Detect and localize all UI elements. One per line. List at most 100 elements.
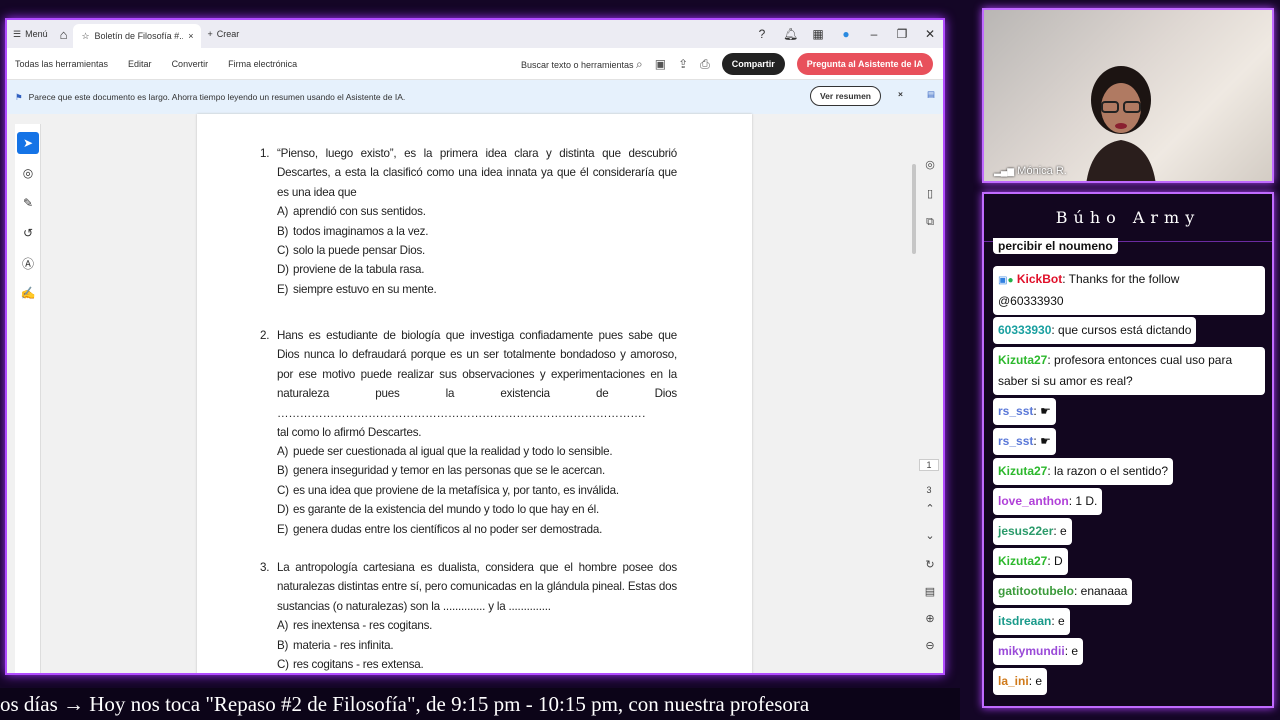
pointing-hand-icon: ☛ [1040,434,1051,448]
chat-panel: Búho Army percibir el noumeno ▣● KickBot… [982,192,1274,708]
menubar-right: Buscar texto o herramientas ⌕ ▣ ⇪ ⎙ Comp… [521,48,933,80]
chat-message: la_ini: e [993,668,1048,695]
chat-username[interactable]: la_ini [998,674,1029,688]
create-button[interactable]: + Crear [201,20,245,48]
menu-all-tools[interactable]: Todas las herramientas [15,59,108,69]
chat-username[interactable]: 60333930 [998,323,1051,337]
print-icon[interactable]: ⎙ [700,57,710,72]
menu-bar: Todas las herramientas Editar Convertir … [7,48,943,80]
home-button[interactable]: ⌂ [54,20,74,48]
chat-message: rs_sst: ☛ [993,398,1056,425]
upload-icon[interactable]: ⇪ [678,57,688,71]
chat-message: jesus22er: e [993,518,1072,545]
plus-icon: + [207,29,213,39]
bell-icon[interactable]: 🔔︎ [783,27,798,41]
webcam-feed: ▂▄▆ Mónica R. [982,8,1274,183]
help-icon[interactable]: ? [755,27,769,41]
option: C) res cogitans - res extensa. [277,658,424,672]
menu-convert[interactable]: Convertir [172,59,209,69]
banner-message: Parece que este documento es largo. Ahor… [28,92,406,102]
chat-username[interactable]: love_anthon [998,494,1069,508]
bookmark-icon[interactable]: ▯ [921,187,939,200]
chat-username[interactable]: rs_sst [998,434,1033,448]
participant-name: ▂▄▆ Mónica R. [994,165,1067,177]
chevron-up-icon[interactable]: ⌃ [921,502,939,515]
zoom-out-icon[interactable]: ⊖ [921,639,939,652]
menu-edit[interactable]: Editar [128,59,152,69]
option: B) materia - res infinita. [277,638,394,652]
right-tool-rail: ◎ ▯ ⧉ [921,158,939,229]
chat-username[interactable]: mikymundii [998,644,1065,658]
text-box-icon[interactable]: Ⓐ [17,252,39,274]
copy-icon[interactable]: ⧉ [921,216,939,229]
ai-assistant-button[interactable]: Pregunta al Asistente de IA [796,53,933,75]
apps-grid-icon[interactable]: ▦ [811,27,825,41]
profile-icon[interactable]: ● [839,27,853,41]
chat-message: Kizuta27: profesora entonces cual uso pa… [993,347,1265,395]
participant-name-label: Mónica R. [1017,165,1067,177]
refresh-icon[interactable]: ↻ [921,558,939,571]
page-indicator: 1 3 [919,459,939,495]
chevron-down-icon[interactable]: ⌄ [921,529,939,542]
menu-esign[interactable]: Firma electrónica [228,59,297,69]
option: E) siempre estuvo en su mente. [277,282,437,296]
tab-title: Boletín de Filosofía #... [94,31,184,41]
draw-loop-icon[interactable]: ↺ [17,222,39,244]
chat-username[interactable]: Kizuta27 [998,464,1047,478]
chat-username[interactable]: gatitootubelo [998,584,1074,598]
current-page[interactable]: 1 [919,459,939,471]
view-summary-button[interactable]: Ver resumen [809,86,881,106]
chat-username[interactable]: KickBot [1017,272,1062,286]
window-controls: ? 🔔︎ ▦ ● – ❐ ✕ [755,20,937,48]
close-tab-icon[interactable]: × [188,31,193,41]
chat-text: : e [1028,674,1043,688]
close-banner-icon[interactable]: × [898,89,903,99]
option: D) proviene de la tabula rasa. [277,263,425,277]
option: B) genera inseguridad y temor en las pers… [277,464,605,478]
comment-icon[interactable]: ◎ [17,162,39,184]
question-text: La antropología cartesiana es dualista, … [277,561,677,613]
ai-chat-icon[interactable]: ◎ [921,158,939,171]
zoom-in-icon[interactable]: ⊕ [921,612,939,625]
share-button[interactable]: Compartir [721,53,785,75]
chat-message: rs_sst: ☛ [993,428,1056,455]
chat-text: : 1 D. [1068,494,1098,508]
sign-icon[interactable]: ✍ [17,282,39,304]
search-tools-label: Buscar texto o herramientas [520,59,634,70]
save-icon[interactable]: ▣ [655,57,666,71]
chat-username[interactable]: jesus22er [998,524,1053,538]
chat-username[interactable]: rs_sst [998,404,1033,418]
chat-username[interactable]: Kizuta27 [998,353,1047,367]
news-ticker: os días → Hoy nos toca "Repaso #2 de Fil… [0,688,960,720]
streamer-silhouette [1086,66,1156,181]
select-cursor-icon[interactable]: ➤ [17,132,39,154]
search-tools[interactable]: Buscar texto o herramientas ⌕ [521,57,643,72]
ai-panel-icon[interactable]: ▤ [927,89,935,100]
chat-message: itsdreaan: e [993,608,1070,635]
chat-username[interactable]: itsdreaan [998,614,1051,628]
question-text: Hans es estudiante de biología que inves… [277,329,677,401]
chat-text: : la razon o el sentido? [1047,464,1169,478]
chat-text: : Thanks for the follow [1062,272,1180,286]
pointing-hand-icon: ☛ [1040,404,1051,418]
search-icon: ⌕ [636,56,643,71]
scrollbar-thumb[interactable] [912,164,916,254]
home-icon: ⌂ [59,26,68,42]
info-icon: ⚑ [15,91,23,102]
restore-icon[interactable]: ❐ [895,27,909,41]
menu-button[interactable]: ☰ Menú [7,20,54,48]
question-3: 3. La antropología cartesiana es dualist… [260,558,677,673]
right-nav-rail: ⌃ ⌄ ↻ ▤ ⊕ ⊖ [921,502,939,652]
minimize-icon[interactable]: – [867,27,881,41]
create-label: Crear [216,29,240,39]
chat-username[interactable]: Kizuta27 [998,554,1047,568]
chat-text: saber si su amor es real? [998,374,1133,388]
close-window-icon[interactable]: ✕ [923,27,937,41]
document-tab[interactable]: ☆ Boletín de Filosofía #... × [73,24,202,48]
highlight-pen-icon[interactable]: ✎ [17,192,39,214]
option: D) es garante de la existencia del mundo … [277,503,599,517]
question-number: 3. [260,561,270,574]
hamburger-icon: ☰ [13,28,22,39]
save-page-icon[interactable]: ▤ [921,585,939,598]
pdf-page: 1. “Pienso, luego existo”, es la primera… [197,114,752,673]
